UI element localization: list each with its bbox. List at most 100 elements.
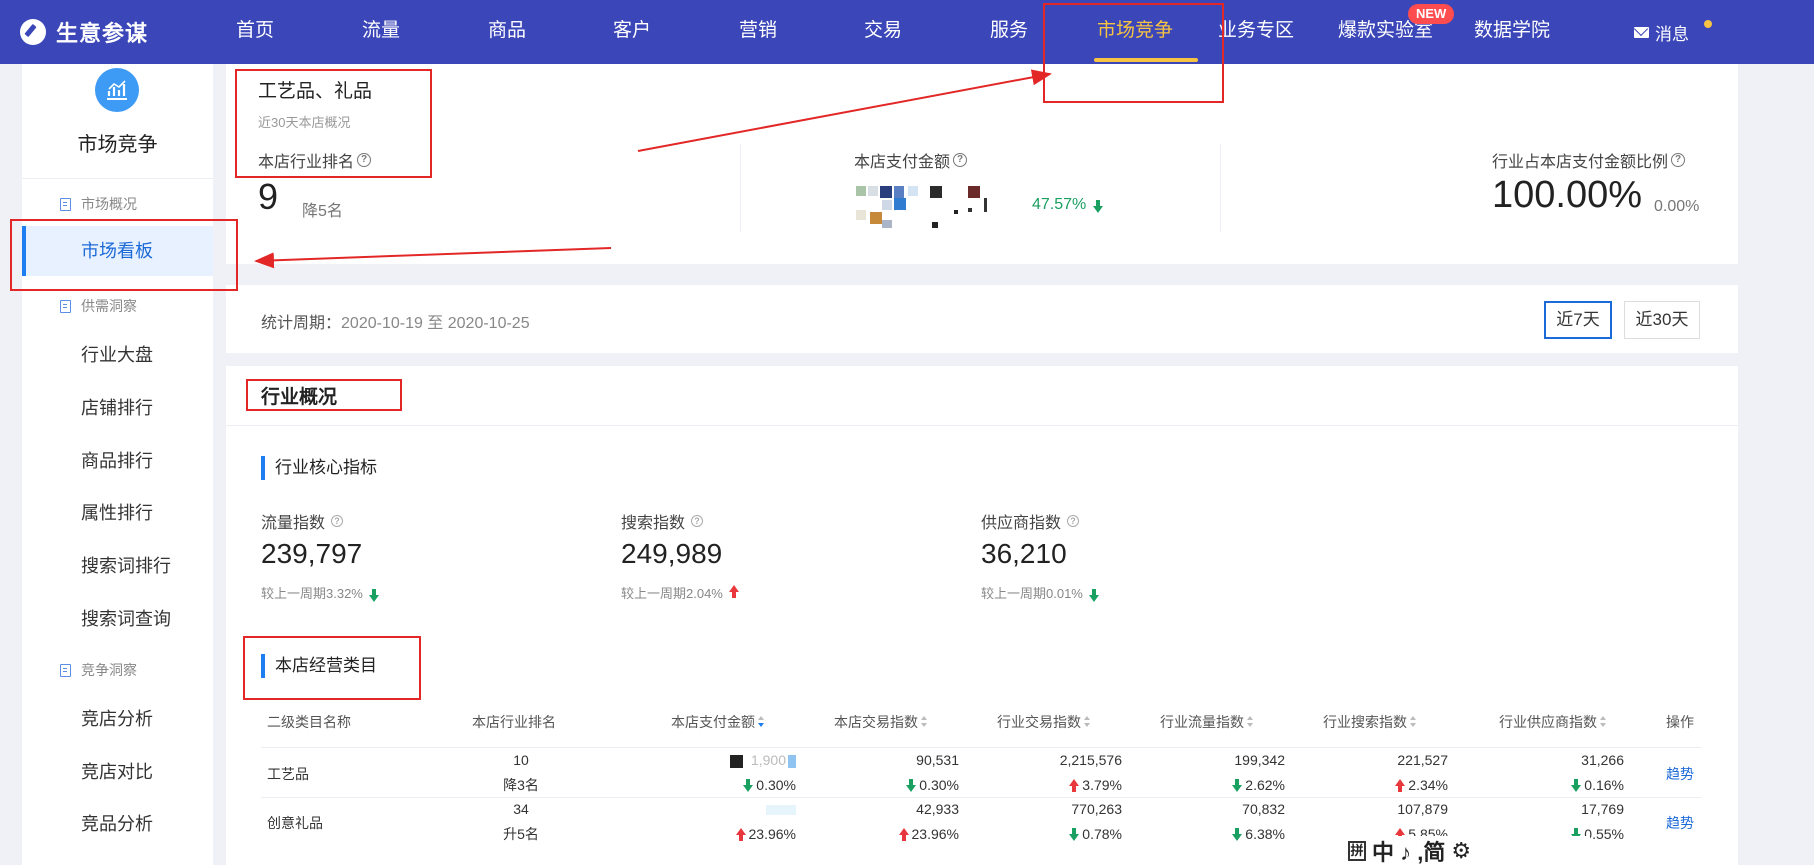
row-industry-traffic-change: 2.62%	[1185, 775, 1285, 793]
ime-toolbar[interactable]: 拼 中 ♪ ,简 ⚙	[1340, 836, 1590, 865]
row-industry-search: 107,879	[1397, 801, 1448, 817]
row-pay-value-text: 1,900	[750, 752, 786, 768]
down-arrow-icon	[906, 779, 917, 792]
kpi-label-text: 供应商指数	[981, 515, 1062, 532]
nav-item-customers[interactable]: 客户	[613, 0, 651, 64]
table-row-divider	[261, 797, 1701, 798]
row-trade-change: 23.96%	[859, 824, 959, 842]
up-arrow-icon	[1069, 779, 1080, 792]
sidebar-section-label: 竞争洞察	[81, 662, 137, 678]
messages-button[interactable]: 消息	[1634, 0, 1689, 64]
sidebar-item-competitor-shop-compare[interactable]: 竞店对比	[22, 747, 213, 797]
nav-item-data-academy[interactable]: 数据学院	[1474, 0, 1550, 64]
pay-amount-change-text: 47.57%	[1032, 196, 1087, 213]
column-header-text: 行业供应商指数	[1499, 714, 1597, 730]
change-text: 23.96%	[911, 825, 959, 842]
col-industry-traffic-index[interactable]: 行业流量指数	[1160, 712, 1253, 732]
kpi-supplier-value: 36,210	[981, 538, 1067, 569]
help-icon[interactable]: ?	[331, 515, 344, 527]
row-industry-supplier-change: 0.16%	[1524, 775, 1624, 793]
sidebar-item-competitor-shop-analysis[interactable]: 竞店分析	[22, 694, 213, 744]
row-rank-change: 降3名	[503, 777, 539, 793]
col-industry-search-index[interactable]: 行业搜索指数	[1323, 712, 1416, 732]
sidebar-item-product-ranking[interactable]: 商品排行	[22, 436, 213, 486]
sort-icon[interactable]	[1084, 716, 1090, 728]
col-shop-pay[interactable]: 本店支付金额	[671, 712, 764, 732]
change-text: 0.30%	[756, 776, 796, 793]
shop-overview-panel: 工艺品、礼品 近30天本店概况 本店行业排名 ? 9 降5名 本店支付金额 ? …	[226, 64, 1738, 264]
help-icon[interactable]: ?	[953, 153, 968, 167]
row-industry-supplier: 31,266	[1581, 752, 1624, 768]
sort-icon[interactable]	[921, 716, 927, 728]
down-arrow-icon	[1232, 828, 1243, 841]
kpi-search-compare: 较上一周期2.04%	[621, 583, 739, 602]
sidebar-divider	[22, 178, 213, 179]
nav-item-home[interactable]: 首页	[236, 0, 274, 64]
change-text: 23.96%	[748, 825, 796, 842]
column-header-text: 本店交易指数	[834, 714, 918, 730]
help-icon[interactable]: ?	[1067, 515, 1080, 527]
sidebar-item-shop-ranking[interactable]: 店铺排行	[22, 383, 213, 433]
row-pay-change: 23.96%	[696, 824, 796, 842]
market-chart-icon	[95, 68, 139, 112]
table-header-divider	[261, 747, 1701, 748]
col-industry-trade-index[interactable]: 行业交易指数	[997, 712, 1090, 732]
ime-pin-icon[interactable]: 拼	[1348, 840, 1366, 861]
kpi-compare-text: 较上一周期0.01%	[981, 586, 1083, 601]
sort-icon[interactable]	[1600, 716, 1606, 728]
nav-item-marketing[interactable]: 营销	[739, 0, 777, 64]
last-30-days-button[interactable]: 近30天	[1624, 301, 1700, 339]
change-text: 2.34%	[1408, 776, 1448, 793]
period-label-text: 统计周期：	[261, 315, 342, 332]
sort-desc-icon[interactable]	[758, 716, 764, 728]
sidebar-item-industry-overview[interactable]: 行业大盘	[22, 330, 213, 380]
kpi-supplier-compare: 较上一周期0.01%	[981, 583, 1099, 602]
nav-item-trade[interactable]: 交易	[864, 0, 902, 64]
pay-amount-change: 47.57%	[1032, 196, 1104, 214]
document-icon	[60, 299, 71, 313]
kpi-supplier-label: 供应商指数 ?	[981, 509, 1080, 533]
pay-amount-label: 本店支付金额 ?	[854, 148, 968, 172]
row-industry-traffic: 199,342	[1234, 752, 1285, 768]
metric-divider	[1220, 144, 1221, 232]
row-industry-search-change: 2.34%	[1348, 775, 1448, 793]
annotation-box-nav	[1043, 3, 1224, 103]
ime-settings-icon[interactable]: ⚙	[1451, 838, 1471, 864]
sidebar-section-market-overview: 市场概况	[60, 194, 137, 214]
sidebar-item-competitor-product-analysis[interactable]: 竞品分析	[22, 799, 213, 849]
share-label: 行业占本店支付金额比例 ?	[1492, 148, 1686, 172]
nav-item-products[interactable]: 商品	[488, 0, 526, 64]
brand-logo-icon	[20, 19, 46, 45]
help-icon[interactable]: ?	[691, 515, 704, 527]
change-text: 0.30%	[919, 776, 959, 793]
brand[interactable]: 生意参谋	[20, 0, 148, 64]
row-trend-link[interactable]: 趋势	[1666, 764, 1694, 784]
col-shop-trade-index[interactable]: 本店交易指数	[834, 712, 927, 732]
col-industry-supplier-index[interactable]: 行业供应商指数	[1499, 712, 1606, 732]
kpi-traffic-value: 239,797	[261, 538, 363, 569]
row-industry-search: 221,527	[1397, 752, 1448, 768]
change-text: 2.62%	[1245, 776, 1285, 793]
column-header-text: 本店支付金额	[671, 714, 755, 730]
last-7-days-button[interactable]: 近7天	[1544, 301, 1612, 339]
row-category-name: 创意礼品	[267, 815, 323, 831]
kpi-search-value: 249,989	[621, 538, 723, 569]
share-label-text: 行业占本店支付金额比例	[1492, 154, 1669, 171]
nav-item-business-zone[interactable]: 业务专区	[1218, 0, 1294, 64]
sidebar-item-attribute-ranking[interactable]: 属性排行	[22, 488, 213, 538]
sort-icon[interactable]	[1247, 716, 1253, 728]
down-arrow-icon	[1088, 589, 1099, 602]
nav-item-traffic[interactable]: 流量	[362, 0, 400, 64]
kpi-traffic-compare: 较上一周期3.32%	[261, 583, 379, 602]
row-trend-link[interactable]: 趋势	[1666, 813, 1694, 833]
nav-item-service[interactable]: 服务	[990, 0, 1028, 64]
sort-icon[interactable]	[1410, 716, 1416, 728]
obscured-block	[729, 754, 743, 768]
row-industry-trade-change: 0.78%	[1022, 824, 1122, 842]
column-header-text: 本店行业排名	[472, 714, 556, 730]
annotation-box-sidebar	[10, 219, 238, 291]
down-arrow-icon	[1232, 779, 1243, 792]
help-icon[interactable]: ?	[1671, 153, 1686, 167]
sidebar-item-keyword-query[interactable]: 搜索词查询	[22, 594, 213, 644]
sidebar-item-keyword-ranking[interactable]: 搜索词排行	[22, 541, 213, 591]
